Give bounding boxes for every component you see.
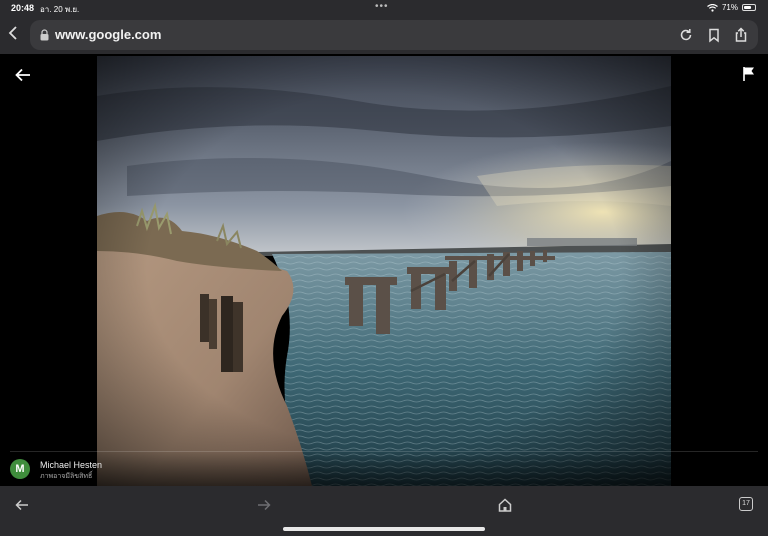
photo-image[interactable] [97,56,671,486]
caption-divider [10,451,758,452]
browser-url-row: www.google.com [0,16,768,54]
photo-attribution-bar: M Michael Hesten ภาพอาจมีลิขสิทธิ์ [0,451,768,486]
browser-back-chevron-icon[interactable] [8,26,24,44]
tab-count-button[interactable]: 17 [739,497,753,511]
nav-forward-arrow-icon[interactable] [256,497,272,513]
status-bar: 20:48 อา. 20 พ.ย. ••• 71% [0,0,768,16]
battery-fill [744,6,752,9]
status-right: 71% [707,3,756,12]
home-indicator-bar[interactable] [283,527,485,531]
lock-icon [40,29,49,41]
battery-icon [742,4,756,11]
share-icon[interactable] [733,27,749,43]
browser-bottom-toolbar: 17 [0,486,768,536]
status-date: อา. 20 พ.ย. [40,5,80,14]
avatar[interactable]: M [10,459,30,479]
reload-icon[interactable] [678,27,694,43]
image-viewer: M Michael Hesten ภาพอาจมีลิขสิทธิ์ [0,56,768,486]
bookmark-icon[interactable] [706,27,722,43]
battery-percent: 71% [721,3,738,12]
nav-back-arrow-icon[interactable] [14,497,30,513]
multitask-dots-icon[interactable]: ••• [375,1,389,12]
status-time: 20:48 [11,3,35,13]
copyright-note: ภาพอาจมีลิขสิทธิ์ [40,473,93,480]
wifi-icon [707,3,718,12]
home-icon[interactable] [497,497,513,513]
author-name[interactable]: Michael Hesten [40,460,102,470]
url-bar[interactable]: www.google.com [30,20,758,50]
viewer-back-arrow-icon[interactable] [14,66,32,84]
url-text[interactable]: www.google.com [55,27,161,42]
flag-icon[interactable] [742,66,756,82]
